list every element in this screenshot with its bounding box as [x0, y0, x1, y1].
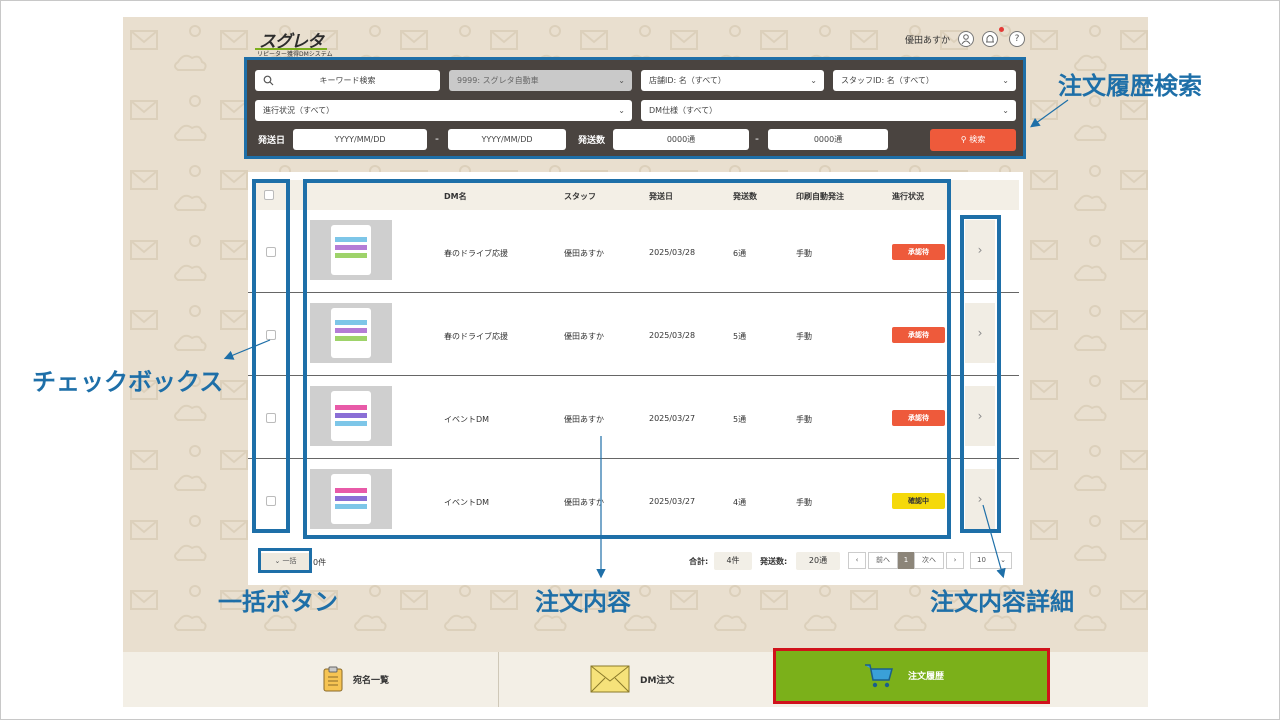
nav-label: 宛名一覧: [353, 676, 390, 686]
count-from-input[interactable]: 0000通: [613, 129, 749, 150]
bottom-navigation: 宛名一覧 DM注文 注文履歴: [123, 648, 1148, 707]
chevron-down-icon: ⌄: [618, 106, 625, 115]
range-dash: -: [435, 132, 439, 145]
keyword-search-input[interactable]: キーワード検索: [255, 70, 440, 91]
nav-divider: [498, 652, 499, 707]
selected-count: 0件: [313, 558, 327, 567]
date-from-input[interactable]: YYYY/MM/DD: [293, 129, 427, 150]
detail-annotation-label: 注文内容詳細: [930, 588, 1074, 616]
nav-order-history[interactable]: 注文履歴: [773, 648, 1050, 704]
prev-page-button[interactable]: 前へ: [868, 552, 898, 569]
page-size-select[interactable]: 10 ⌄: [970, 552, 1012, 569]
logo[interactable]: スグレタ リピーター獲得DMシステム: [255, 27, 333, 58]
search-icon: ⚲: [960, 135, 970, 144]
search-button-label: 検索: [969, 135, 986, 144]
cart-icon: [865, 664, 893, 688]
count-to-input[interactable]: 0000通: [768, 129, 888, 150]
staff-select[interactable]: スタッフID: 名（すべて） ⌄: [833, 70, 1016, 91]
bell-icon[interactable]: [982, 31, 998, 47]
range-dash: -: [755, 132, 759, 145]
help-icon[interactable]: ?: [1009, 31, 1025, 47]
chevron-down-icon: ⌄: [1002, 106, 1009, 115]
send-date-label: 発送日: [258, 136, 286, 146]
progress-select[interactable]: 進行状況（すべて） ⌄: [255, 100, 632, 121]
chevron-down-icon: ⌄: [1000, 556, 1006, 564]
search-icon: [263, 75, 274, 86]
sent-value: 20通: [796, 552, 840, 570]
last-page-button[interactable]: ›: [946, 552, 964, 569]
page-size-value: 10: [977, 556, 986, 564]
clipboard-icon: [323, 666, 343, 692]
chevron-down-icon: ⌄: [810, 76, 817, 85]
search-annotation-label: 注文履歴検索: [1058, 72, 1202, 100]
store-value: 店舗ID: 名（すべて）: [649, 76, 726, 85]
send-count-label: 発送数: [578, 136, 606, 146]
checkbox-annotation-box: [252, 179, 290, 533]
envelope-icon: [590, 665, 630, 693]
dm-spec-value: DM仕様（すべて）: [649, 106, 718, 115]
search-button[interactable]: ⚲ 検索: [930, 129, 1016, 151]
chevron-down-icon: ⌄: [618, 76, 625, 85]
notification-dot: [999, 27, 1004, 32]
current-page[interactable]: 1: [898, 552, 914, 569]
sent-label: 発送数:: [760, 557, 788, 566]
store-select[interactable]: 店舗ID: 名（すべて） ⌄: [641, 70, 824, 91]
total-value: 4件: [714, 552, 752, 570]
bulk-annotation-box: [258, 548, 312, 573]
nav-dm-order[interactable]: DM注文: [590, 652, 740, 707]
chevron-down-icon: ⌄: [1002, 76, 1009, 85]
total-label: 合計:: [689, 557, 709, 566]
checkbox-annotation-label: チェックボックス: [32, 368, 224, 396]
keyword-placeholder: キーワード検索: [319, 76, 376, 85]
content-annotation-box: [303, 179, 951, 539]
user-icon[interactable]: [958, 31, 974, 47]
content-annotation-label: 注文内容: [535, 588, 631, 616]
dm-spec-select[interactable]: DM仕様（すべて） ⌄: [641, 100, 1016, 121]
detail-annotation-box: [960, 215, 1001, 533]
company-value: 9999: スグレタ自動車: [457, 76, 539, 85]
first-page-button[interactable]: ‹: [848, 552, 866, 569]
nav-address-list[interactable]: 宛名一覧: [323, 652, 473, 707]
next-page-button[interactable]: 次へ: [914, 552, 944, 569]
progress-value: 進行状況（すべて）: [263, 106, 335, 115]
date-to-input[interactable]: YYYY/MM/DD: [448, 129, 566, 150]
company-select: 9999: スグレタ自動車 ⌄: [449, 70, 632, 91]
staff-value: スタッフID: 名（すべて）: [841, 76, 934, 85]
nav-label: DM注文: [640, 676, 675, 686]
nav-label: 注文履歴: [908, 672, 945, 682]
bulk-annotation-label: 一括ボタン: [218, 588, 338, 616]
user-name: 優田あすか: [905, 36, 951, 46]
